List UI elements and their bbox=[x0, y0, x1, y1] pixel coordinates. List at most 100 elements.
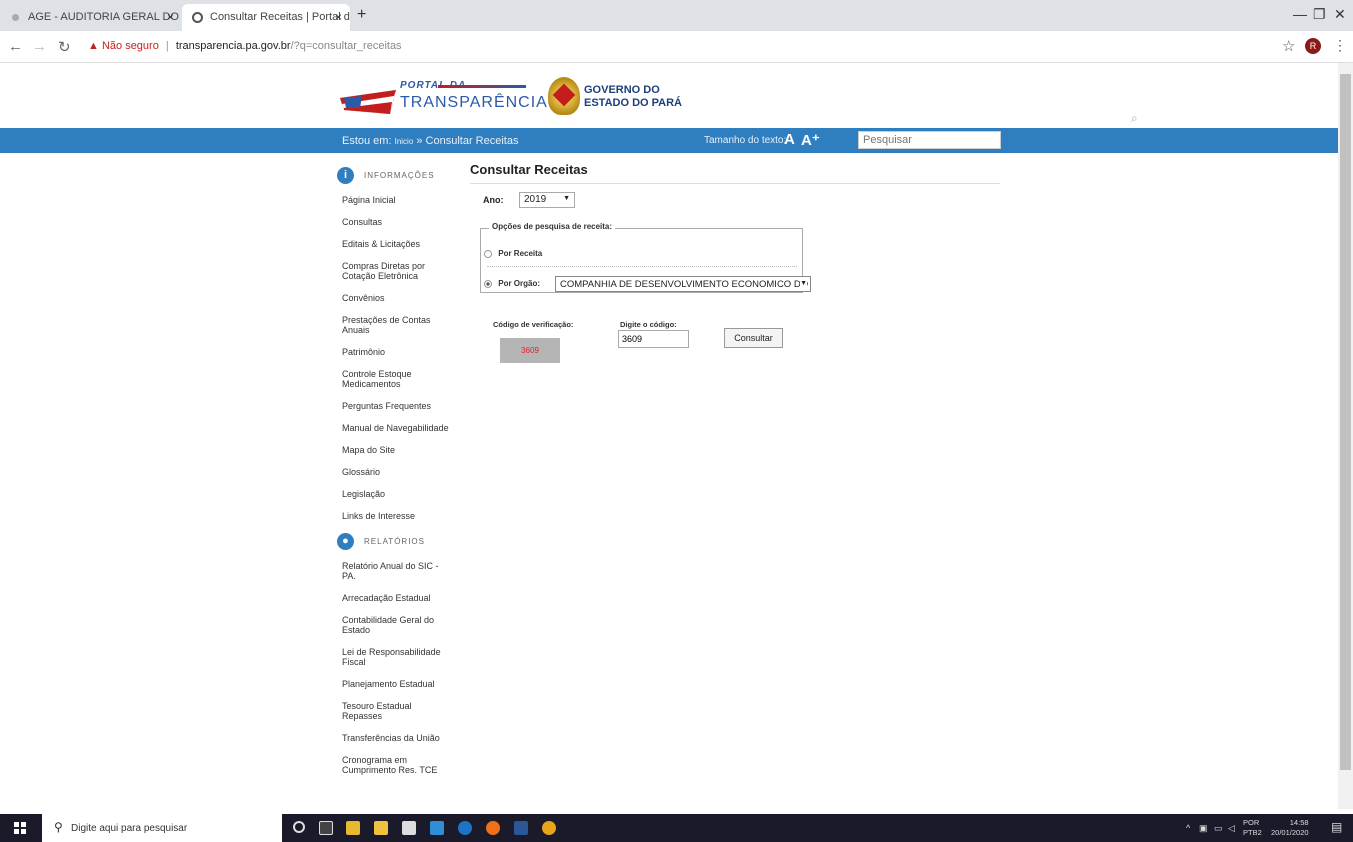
code-label: Digite o código: bbox=[620, 320, 677, 329]
font-decrease-button[interactable]: A bbox=[784, 131, 795, 148]
chrome-icon[interactable] bbox=[542, 821, 556, 835]
radio-por-receita[interactable] bbox=[484, 249, 492, 258]
clock-date: 20/01/2020 bbox=[1271, 828, 1309, 837]
language-variant: PTB2 bbox=[1243, 828, 1262, 837]
captcha-code-input[interactable] bbox=[618, 330, 689, 348]
sidebar-item-glossario[interactable]: Glossário bbox=[342, 467, 454, 477]
sidebar-item-cronograma[interactable]: Cronograma em Cumprimento Res. TCE bbox=[342, 755, 454, 775]
breadcrumb-bar: Estou em: Inicio » Consultar Receitas Ta… bbox=[0, 128, 1338, 153]
sidebar-item-lrf[interactable]: Lei de Responsabilidade Fiscal bbox=[342, 647, 454, 667]
option-por-orgao-label: Por Orgão: bbox=[498, 279, 541, 288]
internet-explorer-icon[interactable] bbox=[458, 821, 472, 835]
orgao-select[interactable]: COMPANHIA DE DESENVOLVIMENTO ECONOMICO D… bbox=[555, 276, 811, 292]
font-size-label: Tamanho do texto: bbox=[704, 135, 787, 146]
windows-start-icon[interactable] bbox=[14, 822, 26, 834]
sidebar-item-mapa[interactable]: Mapa do Site bbox=[342, 445, 454, 455]
governo-para-logo[interactable]: GOVERNO DO ESTADO DO PARÁ bbox=[548, 77, 688, 117]
portal-transparencia-logo[interactable]: PORTAL DA TRANSPARÊNCIA bbox=[338, 80, 547, 120]
tray-chevron-icon[interactable]: ^ bbox=[1186, 823, 1190, 833]
sidebar-item-convenios[interactable]: Convênios bbox=[342, 293, 454, 303]
new-tab-button[interactable]: + bbox=[357, 6, 366, 24]
breadcrumb-home-link[interactable]: Inicio bbox=[395, 137, 414, 146]
display-icon[interactable]: ▭ bbox=[1214, 823, 1223, 834]
address-bar[interactable]: ▲ Não seguro | transparencia.pa.gov.br/?… bbox=[88, 37, 1268, 57]
close-icon[interactable]: × bbox=[335, 10, 342, 24]
firefox-icon[interactable] bbox=[486, 821, 500, 835]
font-increase-button[interactable]: A⁺ bbox=[801, 131, 820, 149]
radio-por-orgao[interactable] bbox=[484, 279, 492, 288]
word-icon[interactable] bbox=[514, 821, 528, 835]
bookmark-star-icon[interactable]: ☆ bbox=[1282, 37, 1295, 55]
page-scrollbar[interactable] bbox=[1338, 63, 1353, 809]
network-icon[interactable]: ▣ bbox=[1199, 823, 1208, 834]
sidebar-item-manual[interactable]: Manual de Navegabilidade bbox=[342, 423, 454, 433]
captcha-image: 3609 bbox=[500, 338, 560, 363]
reports-icon: ● bbox=[337, 533, 354, 550]
restore-icon[interactable]: ❐ bbox=[1313, 6, 1326, 23]
sidebar-item-links[interactable]: Links de Interesse bbox=[342, 511, 454, 521]
sidebar-item-tesouro[interactable]: Tesouro Estadual Repasses bbox=[342, 701, 454, 721]
minimize-icon[interactable]: — bbox=[1293, 6, 1307, 22]
profile-avatar[interactable]: R bbox=[1305, 38, 1321, 54]
para-flag-icon bbox=[339, 89, 397, 115]
sidebar-item-prestacoes[interactable]: Prestações de Contas Anuais bbox=[342, 315, 454, 335]
gov-line1: GOVERNO DO bbox=[584, 84, 660, 96]
task-view-icon[interactable] bbox=[319, 821, 333, 835]
sidebar-item-patrimonio[interactable]: Patrimônio bbox=[342, 347, 454, 357]
sidebar-item-relatorio-sic[interactable]: Relatório Anual do SIC - PA. bbox=[342, 561, 454, 581]
volume-icon[interactable]: ◁ bbox=[1228, 823, 1235, 834]
divider bbox=[487, 266, 797, 267]
notifications-icon[interactable]: ▤ bbox=[1331, 820, 1342, 834]
sidebar-item-contabilidade[interactable]: Contabilidade Geral do Estado bbox=[342, 615, 454, 635]
scrollbar-thumb[interactable] bbox=[1340, 74, 1351, 770]
cortana-icon[interactable] bbox=[293, 821, 305, 833]
orgao-value: COMPANHIA DE DESENVOLVIMENTO ECONOMICO D… bbox=[560, 279, 809, 290]
info-section-header: i INFORMAÇÕES bbox=[337, 167, 454, 191]
consultar-button[interactable]: Consultar bbox=[724, 328, 783, 348]
sidebar-item-pagina-inicial[interactable]: Página Inicial bbox=[342, 195, 454, 205]
captcha-label: Código de verificação: bbox=[493, 320, 574, 329]
browser-menu-icon[interactable]: ⋮ bbox=[1333, 37, 1347, 54]
taskbar-search[interactable]: ⚲ Digite aqui para pesquisar bbox=[42, 814, 282, 842]
main-content: Consultar Receitas Ano: 2019 ▼ Opções de… bbox=[470, 162, 1000, 363]
browser-tab-age[interactable]: AGE - AUDITORIA GERAL DO ES × bbox=[0, 4, 182, 31]
store-icon[interactable] bbox=[374, 821, 388, 835]
search-icon: ⚲ bbox=[54, 820, 63, 834]
sidebar-item-compras-diretas[interactable]: Compras Diretas por Cotação Eletrônica bbox=[342, 261, 454, 281]
back-icon[interactable]: ← bbox=[8, 38, 23, 55]
sidebar-item-arrecadacao[interactable]: Arrecadação Estadual bbox=[342, 593, 454, 603]
browser-tab-consultar-receitas[interactable]: Consultar Receitas | Portal da Tra × bbox=[182, 4, 350, 31]
input-language[interactable]: POR PTB2 bbox=[1243, 818, 1262, 838]
browser-tab-bar: AGE - AUDITORIA GERAL DO ES × Consultar … bbox=[0, 0, 1353, 31]
reports-section-header: ● RELATÓRIOS bbox=[337, 533, 454, 557]
sidebar-item-controle-estoque[interactable]: Controle Estoque Medicamentos bbox=[342, 369, 454, 389]
file-explorer-icon[interactable] bbox=[346, 821, 360, 835]
year-select[interactable]: 2019 ▼ bbox=[519, 192, 575, 208]
sidebar-item-legislacao[interactable]: Legislação bbox=[342, 489, 454, 499]
sidebar-item-planejamento[interactable]: Planejamento Estadual bbox=[342, 679, 454, 689]
close-icon[interactable]: × bbox=[167, 10, 174, 24]
option-por-receita[interactable]: Por Receita bbox=[484, 249, 542, 258]
option-por-orgao[interactable]: Por Orgão: bbox=[484, 279, 540, 288]
sidebar-item-consultas[interactable]: Consultas bbox=[342, 217, 454, 227]
clock[interactable]: 14:58 20/01/2020 bbox=[1271, 818, 1309, 838]
not-secure-label[interactable]: Não seguro bbox=[102, 40, 159, 52]
breadcrumb-prefix: Estou em: bbox=[342, 135, 392, 147]
year-value: 2019 bbox=[524, 194, 547, 205]
sidebar-item-editais[interactable]: Editais & Licitações bbox=[342, 239, 454, 249]
search-icon[interactable]: ⌕ bbox=[1131, 111, 1138, 126]
dropdown-arrow-icon: ▼ bbox=[563, 195, 570, 202]
sidebar-item-perguntas[interactable]: Perguntas Frequentes bbox=[342, 401, 454, 411]
close-window-icon[interactable]: ✕ bbox=[1334, 6, 1346, 23]
forward-icon[interactable]: → bbox=[32, 38, 47, 55]
warning-icon: ▲ bbox=[88, 40, 99, 52]
site-header: PORTAL DA TRANSPARÊNCIA GOVERNO DO ESTAD… bbox=[0, 63, 1338, 128]
year-label: Ano: bbox=[483, 195, 504, 205]
search-input[interactable] bbox=[858, 131, 1001, 149]
reload-icon[interactable]: ↻ bbox=[58, 38, 71, 56]
breadcrumb-separator: » bbox=[416, 135, 423, 147]
page-title: Consultar Receitas bbox=[470, 162, 1000, 184]
app-l-icon[interactable] bbox=[430, 821, 444, 835]
sidebar-item-transferencias[interactable]: Transferências da União bbox=[342, 733, 454, 743]
mail-icon[interactable] bbox=[402, 821, 416, 835]
